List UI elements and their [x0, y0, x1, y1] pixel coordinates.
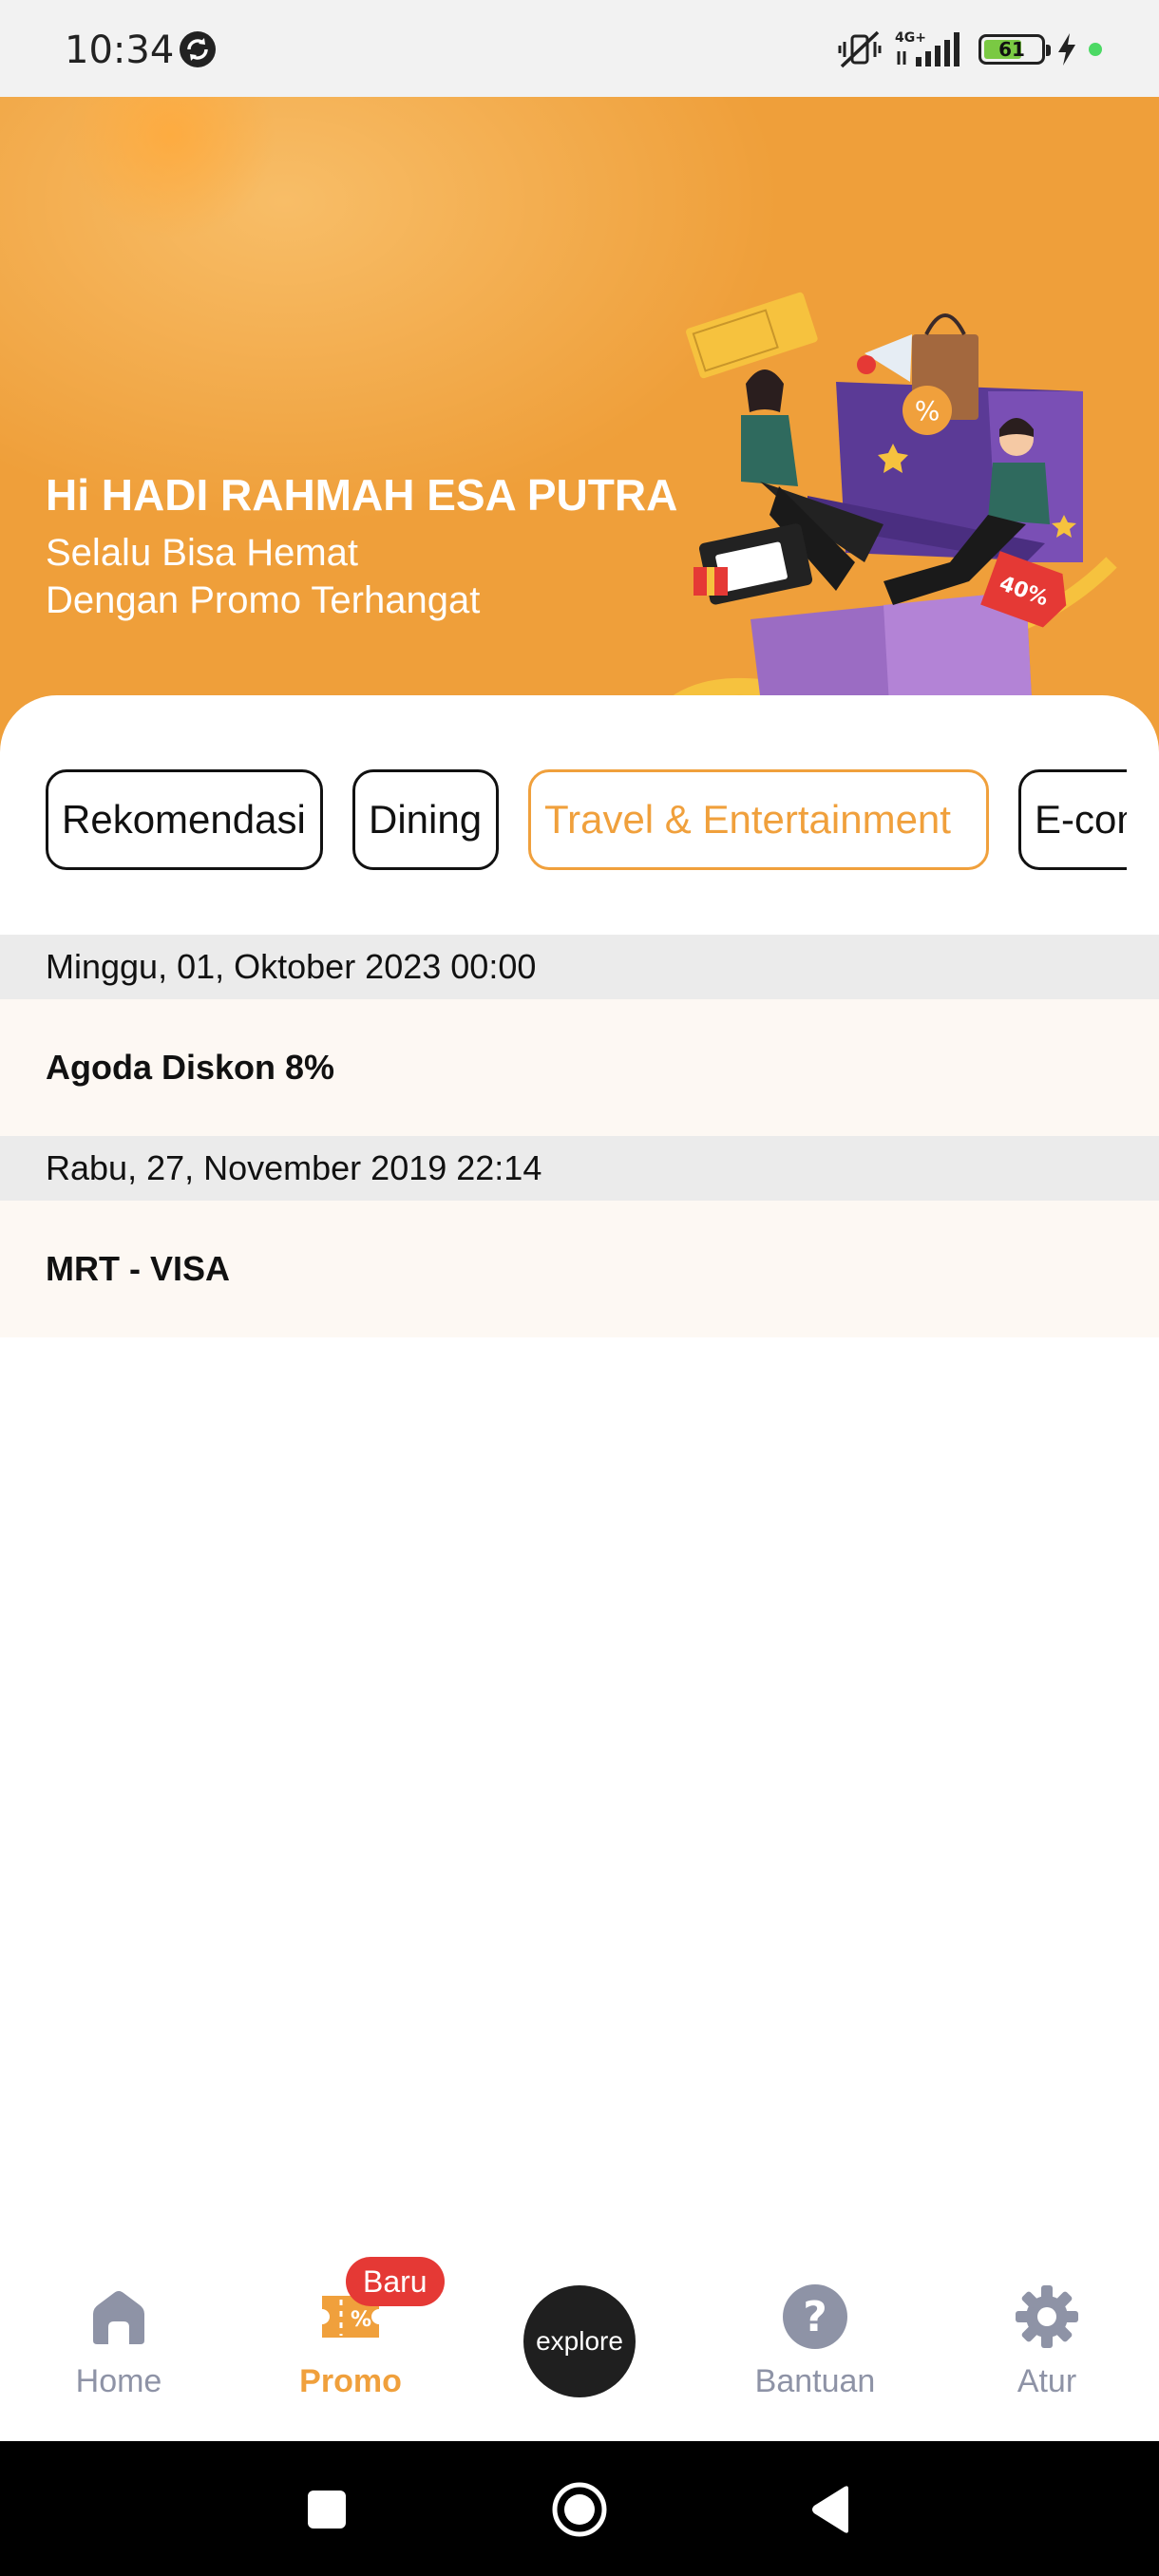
- tab-e-commerce[interactable]: E-commerce: [1018, 769, 1127, 870]
- hero-tagline-line1: Selalu Bisa Hemat: [46, 532, 359, 574]
- promo-new-badge: Baru: [346, 2257, 445, 2306]
- tab-label: E-commerce: [1035, 797, 1127, 842]
- promo-hero-banner: % 40% Hi HADI RAHMAH ESA PUTRA Selalu Bi…: [0, 97, 1159, 752]
- greeting-text: Hi HADI RAHMAH ESA PUTRA: [46, 470, 678, 520]
- promo-item-agoda[interactable]: Agoda Diskon 8%: [0, 999, 1159, 1136]
- network-label: 4G+: [895, 30, 926, 46]
- promo-date-header: Minggu, 01, Oktober 2023 00:00: [0, 935, 1159, 999]
- svg-text:?: ?: [803, 2293, 827, 2341]
- home-icon: [86, 2283, 152, 2350]
- promo-date-header: Rabu, 27, November 2019 22:14: [0, 1136, 1159, 1201]
- promo-title: MRT - VISA: [46, 1249, 230, 1288]
- signal-icon: 4G+: [895, 30, 960, 66]
- back-button[interactable]: [800, 2479, 861, 2540]
- tab-label: Dining: [369, 797, 483, 842]
- tab-label: Travel & Entertainment: [544, 797, 951, 842]
- mute-vibrate-icon: [838, 30, 882, 68]
- status-time: 10:34: [65, 28, 175, 72]
- back-triangle-icon: [812, 2486, 848, 2533]
- hero-tagline-line2: Dengan Promo Terhangat: [46, 579, 481, 621]
- tab-rekomendasi[interactable]: Rekomendasi: [46, 769, 323, 870]
- help-icon: ?: [782, 2283, 848, 2350]
- promo-item-mrt-visa[interactable]: MRT - VISA: [0, 1201, 1159, 1337]
- system-navigation-bar: [0, 2441, 1159, 2576]
- charging-icon: [1058, 33, 1075, 66]
- nav-home[interactable]: Home: [24, 2283, 214, 2416]
- nav-label: Promo: [299, 2363, 402, 2399]
- status-bar: 10:34 4G+ 61: [0, 0, 1159, 97]
- svg-text:%: %: [915, 395, 940, 426]
- status-dot-icon: [1089, 43, 1102, 56]
- recents-button[interactable]: [296, 2479, 357, 2540]
- nav-label: Bantuan: [754, 2363, 876, 2399]
- circle-icon: [552, 2482, 607, 2537]
- tab-label: Rekomendasi: [62, 797, 306, 842]
- tab-dining[interactable]: Dining: [352, 769, 499, 870]
- nav-label: Home: [75, 2363, 162, 2399]
- explore-button[interactable]: explore: [523, 2285, 636, 2397]
- nav-label: Atur: [1016, 2363, 1077, 2399]
- battery-level: 61: [998, 38, 1025, 61]
- category-tabs: Rekomendasi Dining Travel & Entertainmen…: [46, 769, 1127, 870]
- nav-bantuan[interactable]: ? Bantuan: [720, 2283, 910, 2416]
- gift-box-shopping-icon: % 40%: [669, 292, 1117, 752]
- settings-gear-icon: [1014, 2283, 1080, 2350]
- nav-atur[interactable]: Atur: [952, 2283, 1142, 2416]
- home-system-button[interactable]: [549, 2479, 610, 2540]
- svg-text:%: %: [351, 2308, 371, 2332]
- sync-icon: [180, 31, 216, 67]
- battery-icon: 61: [978, 34, 1051, 65]
- tab-travel-entertainment[interactable]: Travel & Entertainment: [528, 769, 989, 870]
- square-icon: [308, 2491, 346, 2529]
- promo-title: Agoda Diskon 8%: [46, 1048, 335, 1087]
